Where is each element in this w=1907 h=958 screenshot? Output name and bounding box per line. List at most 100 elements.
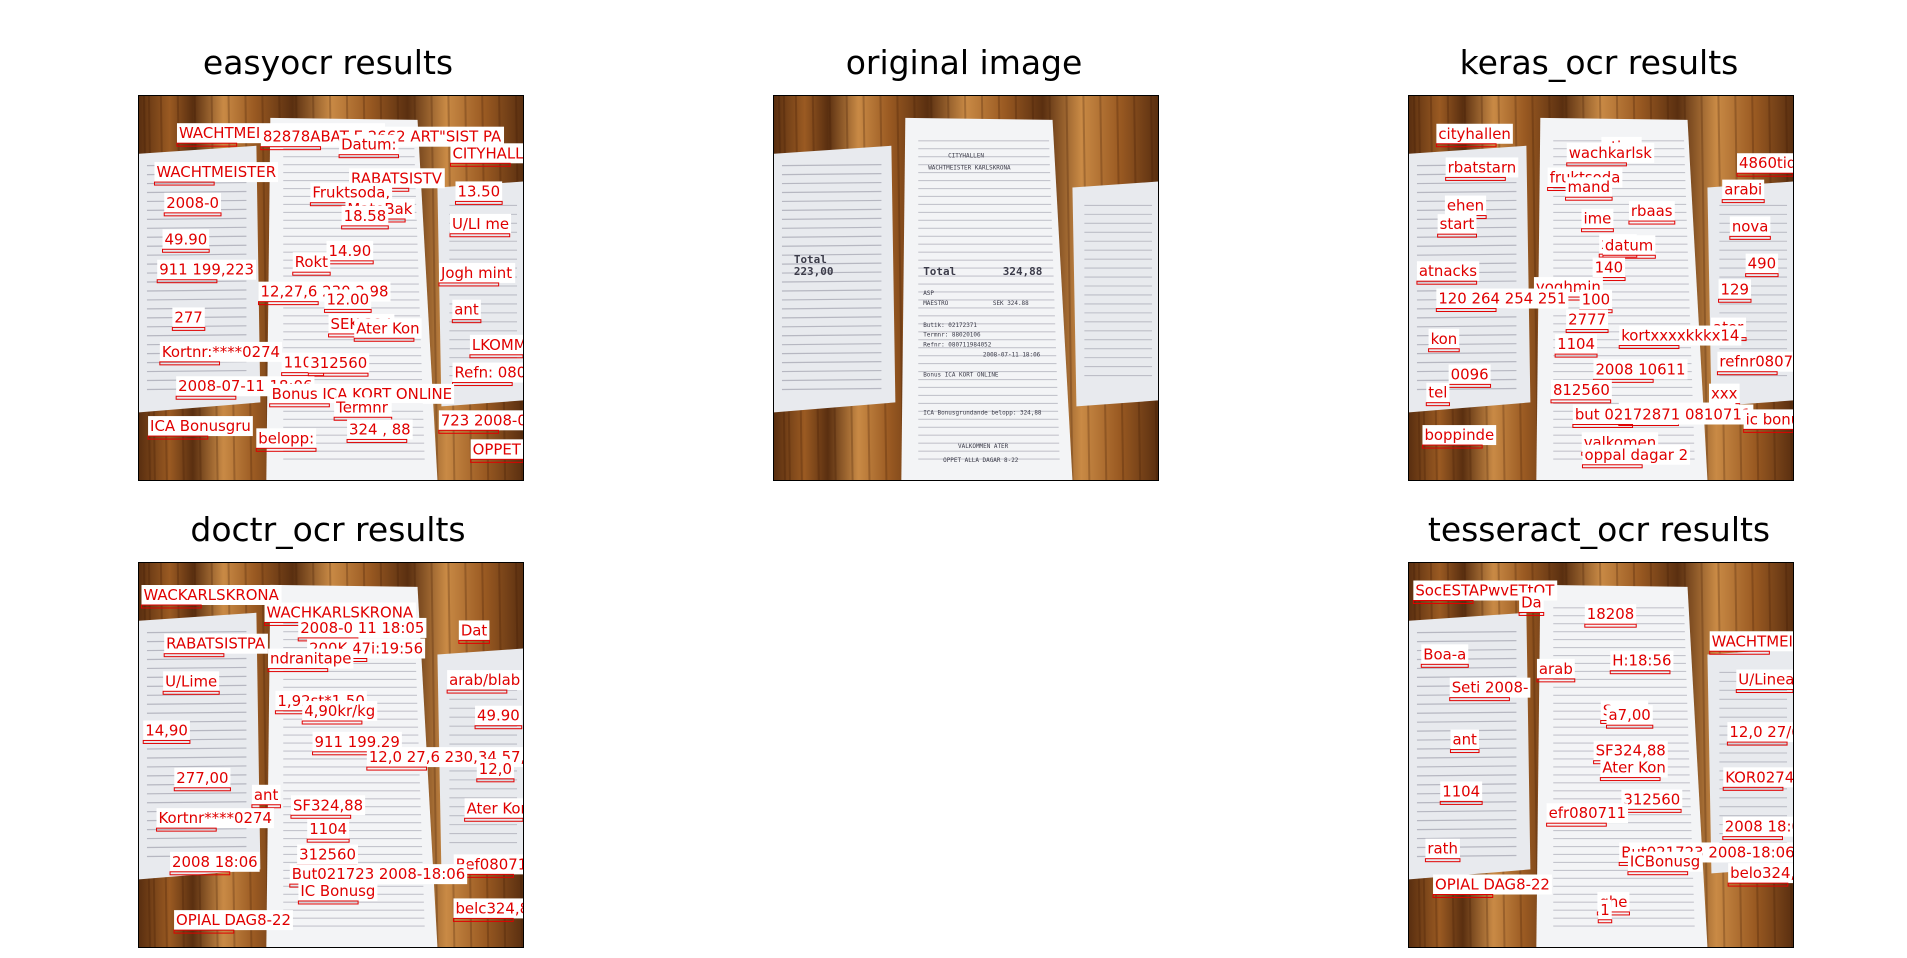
ocr-detection: 14,90 xyxy=(142,720,191,744)
ocr-label-text: Ater Kon xyxy=(356,319,419,337)
ocr-detection: Kortnr****0274 xyxy=(156,808,274,832)
ocr-detection: arab xyxy=(1536,658,1576,683)
ocr-detection: 723 2008-07-11 18:06 xyxy=(438,410,523,434)
ocr-detection: refnr0807719 xyxy=(1716,351,1793,376)
ocr-detection: atnacks xyxy=(1416,261,1480,285)
ocr-label-text: Datum: xyxy=(341,136,396,154)
ocr-detection: 1104 xyxy=(1554,334,1598,358)
receipt-printed-text: Butik: 02172371 xyxy=(923,322,977,329)
ocr-detection: U/Lime xyxy=(162,671,220,695)
ocr-detection: Kortnr:****0274 xyxy=(159,341,283,366)
ocr-label-text: 312560 xyxy=(299,846,356,864)
ocr-detection: ndranitape xyxy=(267,648,354,673)
ocr-detection: U/Linea xyxy=(1735,669,1793,694)
ocr-label-text: 1 xyxy=(1600,901,1609,919)
ocr-detection: cityhallen xyxy=(1435,123,1513,148)
ocr-label-text: 2008-0 xyxy=(166,194,219,212)
receipt-printed-text: SEK 324.88 xyxy=(993,300,1029,307)
ocr-detection: 18208 xyxy=(1584,604,1637,628)
receipt-printed-text: Refnr: 080711984052 xyxy=(923,342,992,349)
ocr-detection: 312560 xyxy=(307,353,370,377)
receipt-left xyxy=(774,145,896,413)
ocr-detection: oppal dagar 2 xyxy=(1581,444,1691,469)
panel-title-doctr-ocr: doctr_ocr results xyxy=(190,510,466,549)
ocr-detection: KOR0274 xyxy=(1722,767,1793,791)
ocr-label-text: datum xyxy=(1605,236,1653,254)
receipt-printed-text: OPPET ALLA DAGAR 8-22 xyxy=(943,457,1019,464)
ocr-label-text: 4860tid xyxy=(1739,154,1793,172)
ocr-detection: 2008 10611 xyxy=(1592,359,1688,383)
ocr-label-text: efr080711 xyxy=(1549,804,1626,822)
receipt-printed-text: ASP xyxy=(923,290,934,297)
ocr-detection: 14.90 xyxy=(326,240,374,265)
ocr-label-text: 1104 xyxy=(309,820,347,838)
ocr-detection: belc324,88 xyxy=(452,898,523,922)
ocr-label-text: U/Lime xyxy=(165,672,217,690)
ocr-label-text: belopp: xyxy=(258,429,314,447)
receipt-printed-text: 223,00 xyxy=(794,265,834,278)
ocr-label-text: rbaas xyxy=(1631,202,1673,220)
ocr-detection: wachkarlsk xyxy=(1566,142,1655,167)
ocr-label-text: OPPET AL8-22 AGAR xyxy=(473,440,523,458)
ocr-detection: datum xyxy=(1602,235,1656,259)
ocr-detection: OPPET AL8-22 AGAR xyxy=(470,439,523,463)
ocr-detection: WACHTMEISTER xyxy=(153,162,279,186)
ocr-detection: CITYHALLEN xyxy=(449,143,523,167)
ocr-detection: ant xyxy=(451,299,482,324)
ocr-label-text: tel xyxy=(1428,384,1447,402)
ocr-label-text: Jogh mint xyxy=(440,264,512,282)
ocr-label-text: Ater Kon xyxy=(467,799,523,817)
receipt-printed-text: ICA Bonusgrundande belopp: 324,88 xyxy=(923,409,1042,416)
ocr-label-text: but 02172871 0810711 xyxy=(1575,405,1752,423)
ocr-label-text: U/Linea xyxy=(1738,671,1793,689)
receipt-printed-text: Total xyxy=(923,265,956,278)
ocr-detection: rbatstarn xyxy=(1445,157,1519,181)
ocr-detection: belo324,88 xyxy=(1727,863,1793,887)
ocr-label-text: 723 2008-07-11 18:06 xyxy=(441,411,523,429)
ocr-label-text: boppinde xyxy=(1424,426,1494,444)
receipt-printed-text: MAESTRO xyxy=(923,300,949,307)
ocr-detection: LKOMMEN ATER xyxy=(469,334,523,359)
panel-title-keras-ocr: keras_ocr results xyxy=(1459,43,1739,82)
ocr-label-text: WACKARLSKRONA xyxy=(143,586,279,604)
ocr-detection: ICA Bonusgru xyxy=(147,416,253,440)
ocr-label-text: belc324,88 xyxy=(455,899,523,917)
ocr-label-text: ehen xyxy=(1447,197,1484,215)
ocr-label-text: ICA Bonusgru xyxy=(150,417,251,435)
ocr-detection: belopp: xyxy=(255,428,317,452)
ocr-label-text: Kortnr****0274 xyxy=(159,809,272,827)
ocr-label-text: ic bonusg xyxy=(1746,410,1793,428)
ocr-label-text: 2008 18:06 xyxy=(1725,818,1793,836)
ocr-label-text: rbatstarn xyxy=(1448,158,1517,176)
ocr-detection: 100 xyxy=(1579,289,1613,314)
tesseract-ocr-svg: SocESTAPwvETtOTDa18208WACHTMEISTERBoa-aH… xyxy=(1409,563,1793,947)
panel-image-easyocr: WACHTMEISTER KARLSKRO82878ABAT E 2662 AR… xyxy=(138,95,524,481)
ocr-detection: Ater Kon xyxy=(464,798,523,822)
ocr-label-text: SF324,88 xyxy=(1596,742,1666,760)
ocr-label-text: CITYHALLEN xyxy=(452,144,523,162)
ocr-label-text: 49.90 xyxy=(477,707,520,725)
ocr-detection: ime xyxy=(1581,208,1614,233)
ocr-label-text: mand xyxy=(1568,178,1611,196)
ocr-label-text: 12,0 27/6 230/ 257,98 xyxy=(1729,723,1793,741)
ocr-detection: 490 xyxy=(1745,253,1779,278)
ocr-label-text: xxx xyxy=(1711,385,1738,403)
ocr-label-text: kortxxxxkkkx14 xyxy=(1621,327,1739,345)
ocr-label-text: 0096 xyxy=(1451,365,1489,383)
ocr-detection: 129 xyxy=(1718,279,1752,303)
ocr-label-text: ndranitape xyxy=(270,650,351,668)
receipt-printed-text: Bonus ICA KORT ONLINE xyxy=(923,372,999,379)
ocr-label-text: Kortnr:****0274 xyxy=(162,343,280,361)
ocr-detection: 1104 xyxy=(1439,781,1483,805)
ocr-label-text: 18208 xyxy=(1587,605,1634,623)
ocr-detection: Ater Kon xyxy=(353,318,422,342)
ocr-detection: SF324,88 xyxy=(290,795,366,819)
ocr-detection: Rokt xyxy=(292,252,331,276)
ocr-label-text: 2777 xyxy=(1568,311,1606,329)
ocr-label-text: ime xyxy=(1584,210,1612,228)
ocr-label-text: 1104 xyxy=(1557,335,1595,353)
ocr-detection: RABATSISTPA xyxy=(163,633,268,658)
ocr-label-text: Seti 2008- xyxy=(1452,679,1529,697)
ocr-label-text: 312560 xyxy=(1623,790,1680,808)
original-svg: CITYHALLEN WACHTMEISTER KARLSKRONA Total 32… xyxy=(774,96,1158,480)
